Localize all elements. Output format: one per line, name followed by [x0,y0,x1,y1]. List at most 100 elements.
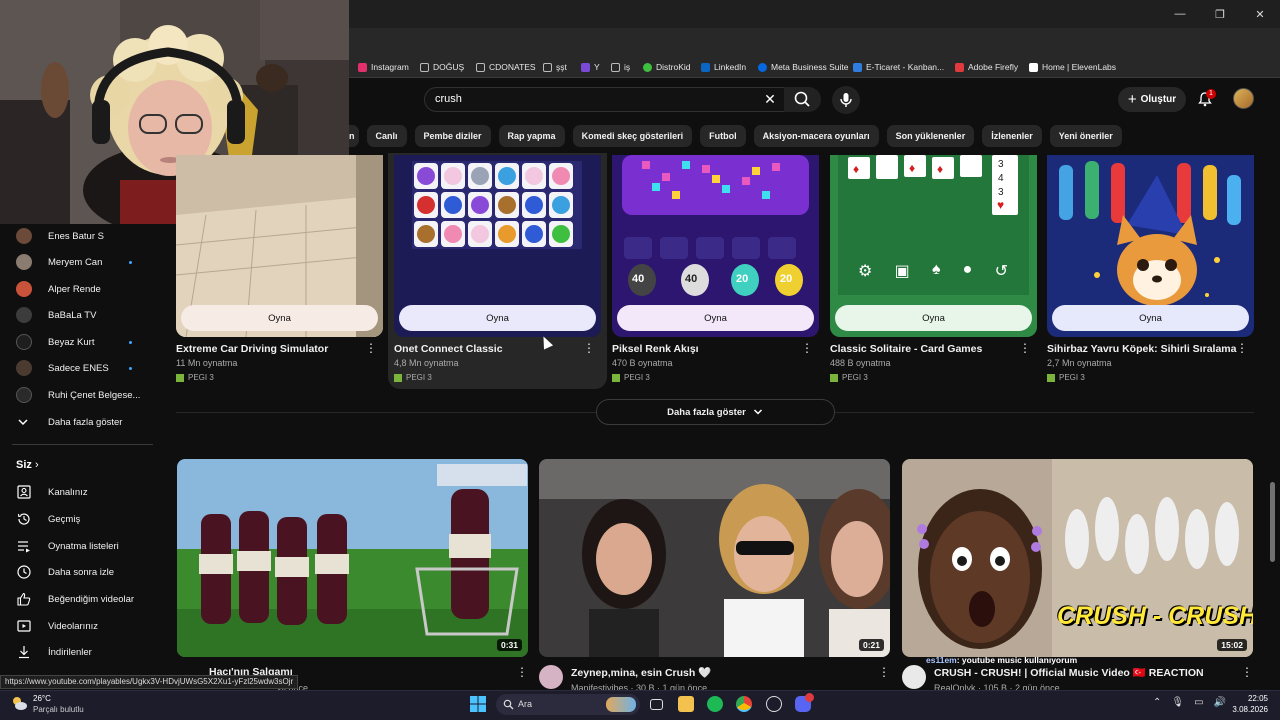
weather-description[interactable]: Parçalı bulutlu [33,705,84,714]
weather-temperature[interactable]: 26°C [33,694,51,703]
clock-date: 3.08.2026 [1232,705,1268,714]
bookmark-item[interactable]: LinkedIn [701,60,746,74]
chip[interactable]: Canlı [366,125,407,147]
sidebar-item-channel[interactable]: Kanalınız [0,480,153,504]
video-thumbnail[interactable]: 0:21 [539,459,890,657]
voice-search-button[interactable] [832,86,860,114]
video-thumbnail[interactable]: 0:31 [177,459,528,657]
bookmark-folder[interactable]: iş [611,60,630,74]
sidebar-item-downloads[interactable]: İndirilenler [0,640,153,664]
display-icon[interactable]: ▭ [1194,697,1203,708]
game-title[interactable]: Onet Connect Classic [394,343,584,355]
play-button[interactable]: Oyna [617,305,814,331]
weather-cloud-icon[interactable] [10,694,28,712]
account-avatar[interactable] [1233,88,1254,109]
sidebar-item-liked-videos[interactable]: Beğendiğim videolar [0,587,153,611]
more-options-icon[interactable]: ⋮ [1241,665,1253,679]
settings-icon: ⚙ [858,263,873,280]
more-options-icon[interactable]: ⋮ [1236,341,1248,355]
watch-later-icon [17,565,31,579]
pegi-rating: PEGI 3 [1047,373,1085,382]
download-icon [19,646,29,659]
chrome-icon[interactable] [736,696,752,712]
show-more-games-button[interactable]: Daha fazla göster [596,399,835,425]
video-title[interactable]: CRUSH - CRUSH! | Official Music Video 🇹🇷… [934,666,1204,679]
sidebar-show-more[interactable]: Daha fazla göster [0,410,153,434]
search-button[interactable] [784,87,821,112]
create-button[interactable]: + Oluştur [1118,87,1186,112]
chip[interactable]: İzlenenler [982,125,1042,147]
bookmark-folder[interactable]: CDONATES [476,60,536,74]
instagram-icon [358,62,367,72]
video-title[interactable]: Zeynep,mina, esin Crush 🤍 [571,666,711,679]
video-thumbnail[interactable]: CRUSH - CRUSH! 15:02 [902,459,1253,657]
you-section-header[interactable]: Siz › [16,459,39,471]
sidebar-item-watch-later[interactable]: Daha sonra izle [0,560,153,584]
more-options-icon[interactable]: ⋮ [1019,341,1031,355]
game-title[interactable]: Piksel Renk Akışı [612,343,802,355]
app-icon[interactable] [766,696,782,712]
restore-icon[interactable]: ❐ [1200,0,1240,28]
bookmark-label: Instagram [371,62,409,72]
windows-start-icon[interactable] [470,696,486,712]
bookmark-item[interactable]: DistroKid [643,60,690,74]
file-explorer-icon[interactable] [678,696,694,712]
pegi-icon [176,373,184,382]
sidebar-subscription[interactable]: Alper Rende [0,277,153,301]
bookmark-item[interactable]: Meta Business Suite [758,60,848,74]
play-button[interactable]: Oyna [399,305,596,331]
game-title[interactable]: Sihirbaz Yavru Köpek: Sihirli Sıralama [1047,343,1237,355]
game-title[interactable]: Classic Solitaire - Card Games [830,343,1020,355]
search-input[interactable]: crush [424,87,786,112]
sidebar-item-playlists[interactable]: Oynatma listeleri [0,534,153,558]
bookmark-folder[interactable]: DOĞUŞ [420,60,464,74]
more-options-icon[interactable]: ⋮ [365,341,377,355]
bookmark-item[interactable]: Adobe Firefly [955,60,1018,74]
sidebar-subscription[interactable]: Sadece ENES [0,356,153,380]
chip[interactable]: Komedi skeç gösterileri [572,125,693,147]
bookmark-label: LinkedIn [714,62,747,72]
subscription-name: Meryem Can [48,256,103,268]
svg-text:4: 4 [998,173,1004,184]
sidebar-item-history[interactable]: Geçmiş [0,507,153,531]
bookmark-item[interactable]: Instagram [358,60,409,74]
chip[interactable]: Yeni öneriler [1049,125,1122,147]
more-options-icon[interactable]: ⋮ [801,341,813,355]
microphone-icon[interactable]: 🎙 [1171,697,1184,708]
more-options-icon[interactable]: ⋮ [583,341,595,355]
sidebar-subscription[interactable]: Beyaz Kurt [0,330,153,354]
play-button[interactable]: Oyna [1052,305,1249,331]
channel-avatar[interactable] [539,665,563,689]
sidebar-subscription[interactable]: Ruhi Çenet Belgese... [0,383,153,407]
bookmark-folder[interactable]: şşt [543,60,567,74]
bookmark-item[interactable]: Y [581,60,600,74]
page-scrollbar[interactable] [1270,482,1275,562]
play-button[interactable]: Oyna [181,305,378,331]
chip[interactable]: Son yüklenenler [886,125,975,147]
chip[interactable]: Pembe diziler [414,125,491,147]
chip[interactable]: Rap yapma [498,125,565,147]
more-options-icon[interactable]: ⋮ [878,665,890,679]
clear-search-icon[interactable]: ✕ [762,91,778,107]
chip[interactable]: Aksiyon-macera oyunları [753,125,879,147]
task-view-icon[interactable] [650,699,663,710]
taskbar-clock[interactable]: 22:05 3.08.2026 [1222,693,1268,715]
bookmark-item[interactable]: Home | ElevenLabs [1029,60,1116,74]
chip[interactable]: Futbol [700,125,746,147]
game-plays: 4,8 Mn oynatma [394,358,459,368]
more-options-icon[interactable]: ⋮ [516,665,528,679]
close-window-icon[interactable]: ✕ [1240,0,1280,28]
bookmark-item[interactable]: E-Ticaret - Kanban... [853,60,944,74]
game-title[interactable]: Extreme Car Driving Simulator [176,343,366,355]
sidebar-subscription[interactable]: Meryem Can [0,250,153,274]
channel-avatar[interactable] [902,665,926,689]
sidebar-subscription[interactable]: BaBaLa TV [0,303,153,327]
sidebar-item-label: Oynatma listeleri [48,540,119,552]
spotify-icon[interactable] [707,696,723,712]
tray-overflow-chevron-icon[interactable]: ⌃ [1153,697,1161,708]
sidebar-subscription[interactable]: Enes Batur S [0,224,153,248]
pegi-rating: PEGI 3 [830,373,868,382]
minimize-icon[interactable]: — [1160,0,1200,28]
play-button[interactable]: Oyna [835,305,1032,331]
sidebar-item-your-videos[interactable]: Videolarınız [0,614,153,638]
